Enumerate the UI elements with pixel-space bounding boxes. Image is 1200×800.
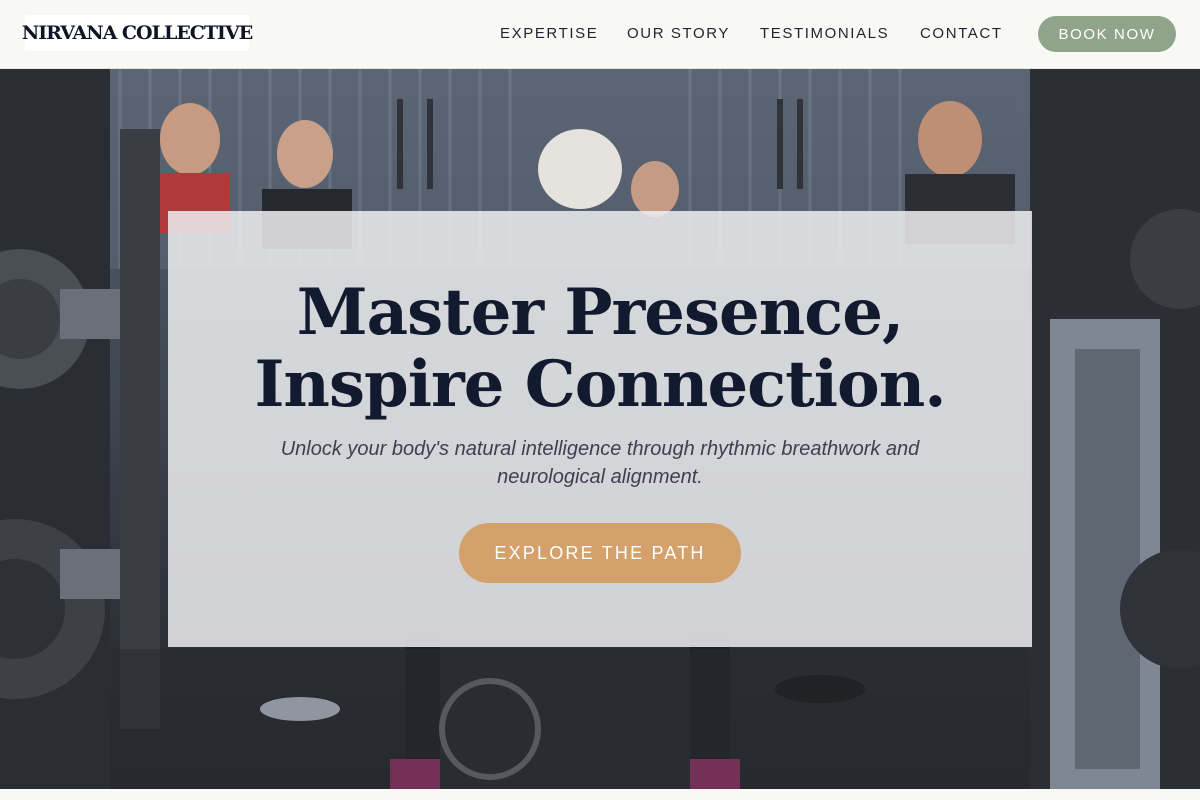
hero-headline-line1: Master Presence, xyxy=(296,275,904,350)
hero-subtitle: Unlock your body's natural intelligence … xyxy=(280,438,920,488)
nav-link-expertise[interactable]: EXPERTISE xyxy=(500,24,598,44)
book-now-button[interactable]: BOOK NOW xyxy=(1038,16,1176,52)
page-bottom-strip xyxy=(0,789,1200,800)
nav-link-contact[interactable]: CONTACT xyxy=(920,24,1003,44)
explore-the-path-button[interactable]: EXPLORE THE PATH xyxy=(459,523,741,583)
hero-headline-line2: Inspire Connection. xyxy=(254,347,946,422)
nav-link-our-story[interactable]: OUR STORY xyxy=(627,24,730,44)
hero-headline: Master Presence, Inspire Connection. xyxy=(168,277,1032,421)
site-header: NIRVANA COLLECTIVE EXPERTISE OUR STORY T… xyxy=(0,0,1200,69)
hero-card: Master Presence, Inspire Connection. Unl… xyxy=(168,211,1032,647)
nav-link-testimonials[interactable]: TESTIMONIALS xyxy=(760,24,889,44)
brand-logo[interactable]: NIRVANA COLLECTIVE xyxy=(22,15,253,51)
